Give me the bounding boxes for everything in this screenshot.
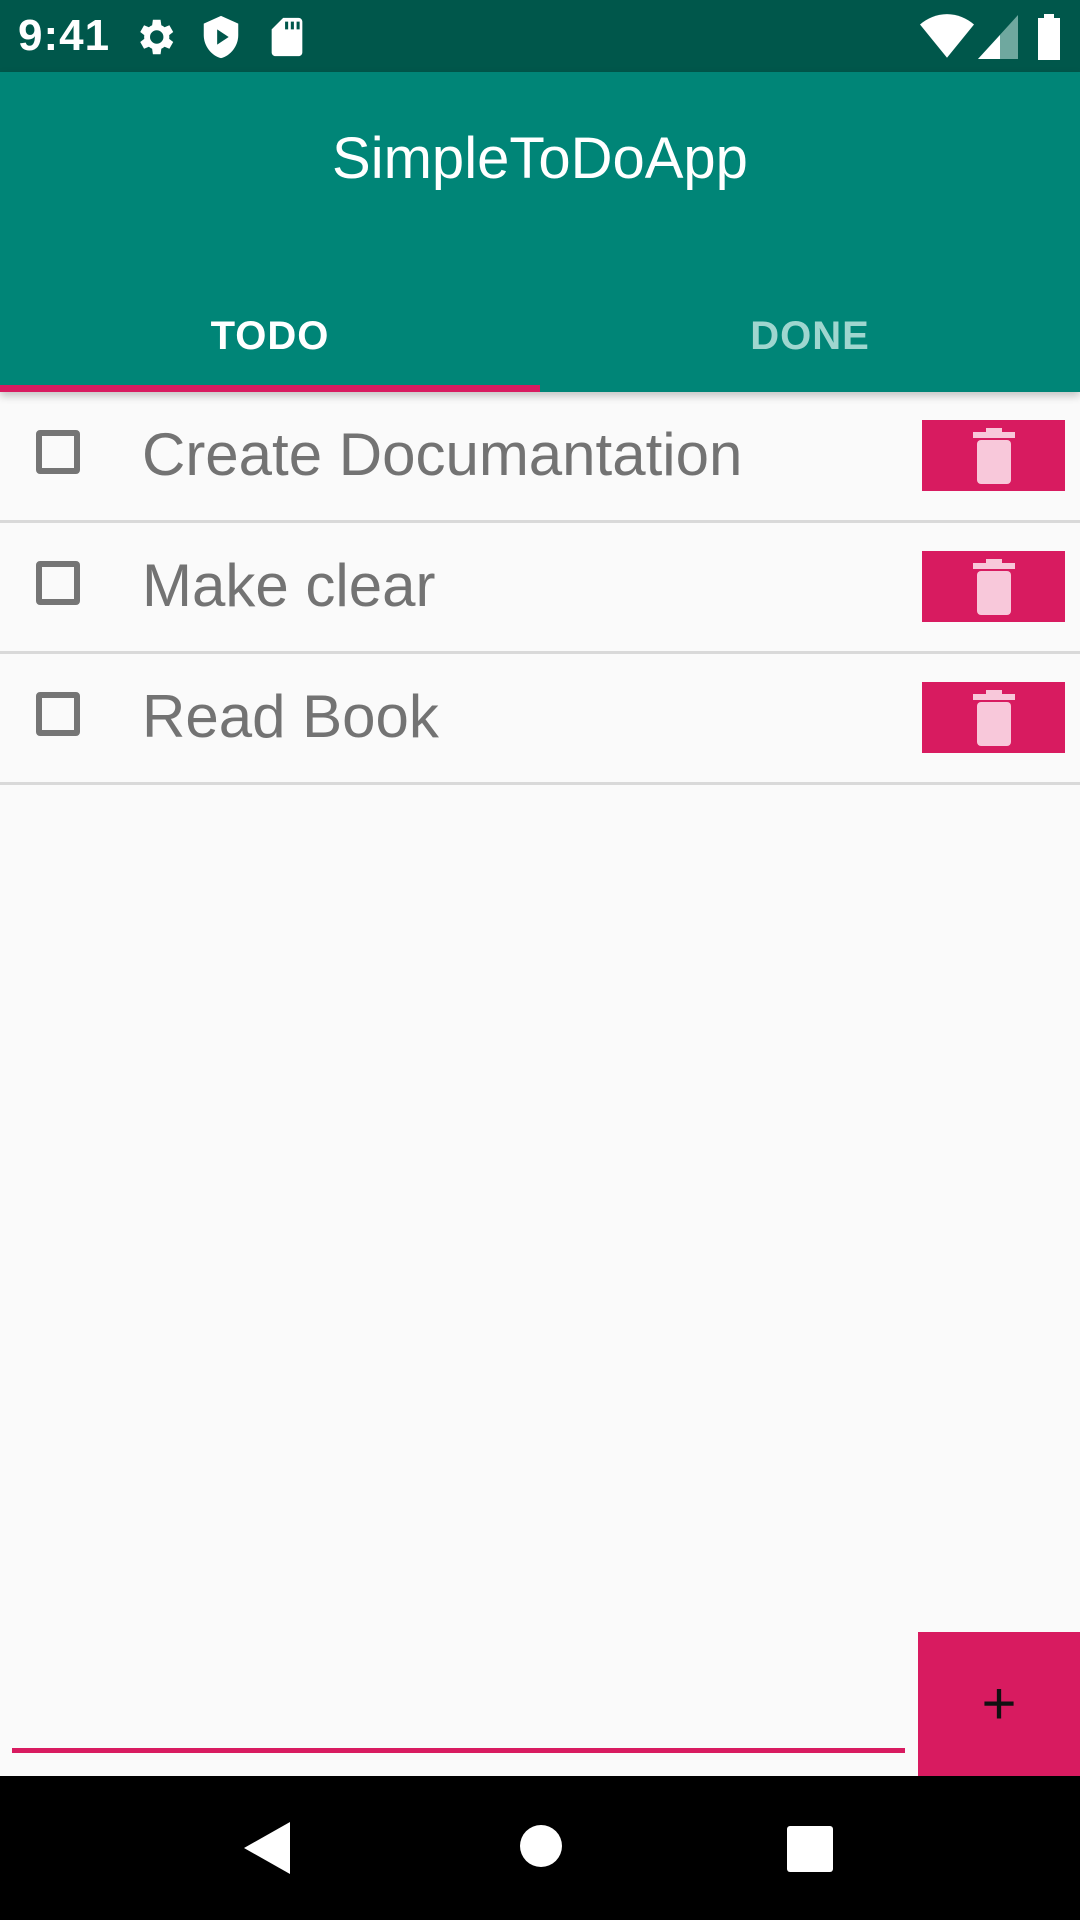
todo-checkbox[interactable] [36,692,80,736]
cellular-signal-icon [978,14,1024,60]
list-item: Make clear [0,523,1080,654]
gear-icon [132,14,178,60]
todo-label: Read Book [142,683,439,750]
app-bar: SimpleToDoApp TODO DONE [0,72,1080,392]
tab-done[interactable]: DONE [540,280,1080,392]
app-title: SimpleToDoApp [332,126,748,191]
tab-todo[interactable]: TODO [0,280,540,392]
todo-list: Create Documantation Make clear Read Boo… [0,392,1080,785]
home-icon[interactable] [519,1824,563,1873]
delete-button[interactable] [922,420,1065,491]
status-bar: 9:41 [0,0,1080,72]
new-todo-input[interactable] [12,1748,905,1753]
todo-checkbox[interactable] [36,561,80,605]
trash-icon [973,428,1015,484]
battery-icon [1036,14,1062,60]
shield-play-icon [198,14,244,60]
todo-label: Create Documantation [142,421,743,488]
wifi-icon [920,14,974,60]
recents-icon[interactable] [787,1826,833,1877]
todo-checkbox[interactable] [36,430,80,474]
list-item: Read Book [0,654,1080,785]
todo-label: Make clear [142,552,436,619]
trash-icon [973,559,1015,615]
list-item: Create Documantation [0,392,1080,523]
add-todo-button[interactable]: + [918,1632,1080,1776]
back-icon[interactable] [244,1822,290,1879]
navigation-bar [0,1776,1080,1920]
delete-button[interactable] [922,682,1065,753]
status-time: 9:41 [18,11,111,60]
sd-card-icon [264,14,310,60]
trash-icon [973,690,1015,746]
tab-indicator [0,385,540,392]
delete-button[interactable] [922,551,1065,622]
